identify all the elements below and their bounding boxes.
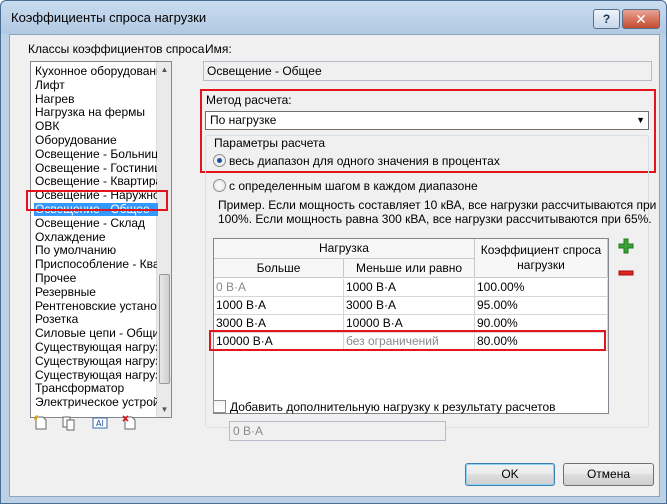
list-item[interactable]: Прочее <box>35 272 157 285</box>
chevron-down-icon: ▼ <box>636 115 645 125</box>
list-item[interactable]: Оборудование <box>35 134 157 147</box>
example-text-2: 100%. Если мощность равна 300 кВА, все н… <box>218 212 652 226</box>
list-item[interactable]: Существующая нагрузка <box>35 355 157 368</box>
scroll-up-icon[interactable]: ▲ <box>157 62 171 77</box>
list-item[interactable]: Нагрев <box>35 93 157 106</box>
list-item[interactable]: Электрическое устройств <box>35 396 157 409</box>
add-row-icon[interactable] <box>617 237 635 255</box>
list-item[interactable]: Рентгеновские установки <box>35 300 157 313</box>
header-demand-factor-line1: Коэффициент спроса <box>480 243 602 257</box>
table-cell-less[interactable]: 1000 В·А <box>344 279 475 297</box>
close-button[interactable]: ✕ <box>622 9 660 29</box>
ok-button[interactable]: OK <box>465 463 555 486</box>
extra-load-field: 0 В·А <box>229 421 446 441</box>
method-label: Метод расчета: <box>206 93 292 107</box>
table-cell-more[interactable]: 1000 В·А <box>214 297 344 315</box>
help-button[interactable]: ? <box>593 9 620 29</box>
radio-whole-range[interactable] <box>213 154 226 167</box>
list-item[interactable]: Нагрузка на фермы <box>35 106 157 119</box>
header-demand-factor: Коэффициент спроса нагрузки <box>475 239 608 278</box>
list-item[interactable]: Силовые цепи - Общие <box>35 327 157 340</box>
svg-text:AI: AI <box>96 419 104 428</box>
list-item[interactable]: Розетка <box>35 313 157 326</box>
radio-whole-range-label[interactable]: весь диапазон для одного значения в проц… <box>229 154 500 168</box>
example-text-1: Пример. Если мощность составляет 10 кВА,… <box>218 198 657 212</box>
radio-step-range-label[interactable]: с определенным шагом в каждом диапазоне <box>229 179 478 193</box>
last-row-highlight <box>209 330 606 351</box>
scroll-thumb[interactable] <box>159 274 170 384</box>
table-cell-less[interactable]: 3000 В·А <box>344 297 475 315</box>
name-field: Освещение - Общее <box>203 61 652 81</box>
add-extra-load-checkbox[interactable] <box>213 400 226 413</box>
title-bar[interactable]: Коэффициенты спроса нагрузки ? ✕ <box>1 1 666 34</box>
list-item[interactable]: Существующая нагрузка <box>35 369 157 382</box>
name-label: Имя: <box>205 42 232 56</box>
header-load-group: Нагрузка <box>214 239 475 259</box>
calc-params-label: Параметры расчета <box>212 136 328 150</box>
list-item[interactable]: Резервные <box>35 286 157 299</box>
list-item[interactable]: Освещение - Гостиница <box>35 162 157 175</box>
radio-step-range[interactable] <box>213 179 226 192</box>
classes-list-label: Классы коэффициентов спроса <box>28 42 205 56</box>
list-item[interactable]: Кухонное оборудование - <box>35 65 157 78</box>
load-range-table[interactable]: Нагрузка Больше Меньше или равно Коэффиц… <box>213 238 609 414</box>
header-demand-factor-line2: нагрузки <box>517 258 565 272</box>
dialog-client: Классы коэффициентов спроса ▲ ▼ Кухонное… <box>9 34 660 497</box>
list-item[interactable]: Освещение - Склад <box>35 217 157 230</box>
list-item[interactable]: Трансформатор <box>35 382 157 395</box>
window-title: Коэффициенты спроса нагрузки <box>11 10 207 25</box>
rename-class-icon[interactable]: AI <box>91 415 109 433</box>
new-class-icon[interactable] <box>32 415 50 433</box>
method-dropdown[interactable]: По нагрузке ▼ <box>205 111 649 130</box>
list-item[interactable]: Лифт <box>35 79 157 92</box>
delete-class-icon[interactable] <box>121 415 139 433</box>
demand-factor-class-list[interactable]: ▲ ▼ Кухонное оборудование -ЛифтНагревНаг… <box>30 61 172 418</box>
remove-row-icon[interactable] <box>617 267 635 277</box>
list-item[interactable]: По умолчанию <box>35 244 157 257</box>
list-scrollbar[interactable]: ▲ ▼ <box>156 62 171 417</box>
list-item[interactable]: ОВК <box>35 120 157 133</box>
cancel-button[interactable]: Отмена <box>563 463 654 486</box>
list-item[interactable]: Охлаждение <box>35 231 157 244</box>
table-cell-factor[interactable]: 95.00% <box>475 297 608 315</box>
list-item[interactable]: Приспособление - Кварти <box>35 258 157 271</box>
list-item[interactable]: Освещение - Квартира <box>35 175 157 188</box>
table-cell-factor[interactable]: 100.00% <box>475 279 608 297</box>
add-extra-load-label[interactable]: Добавить дополнительную нагрузку к резул… <box>230 400 556 414</box>
selected-item-highlight <box>26 190 168 211</box>
table-cell-more[interactable]: 0 В·А <box>214 279 344 297</box>
header-more: Больше <box>214 259 344 278</box>
dialog-window: Коэффициенты спроса нагрузки ? ✕ Классы … <box>0 0 667 504</box>
method-value: По нагрузке <box>210 113 277 127</box>
list-item[interactable]: Освещение - Больница <box>35 148 157 161</box>
scroll-down-icon[interactable]: ▼ <box>157 402 171 417</box>
list-item[interactable]: Существующая нагрузка <box>35 341 157 354</box>
header-less-or-equal: Меньше или равно <box>344 259 475 278</box>
duplicate-class-icon[interactable] <box>60 415 78 433</box>
